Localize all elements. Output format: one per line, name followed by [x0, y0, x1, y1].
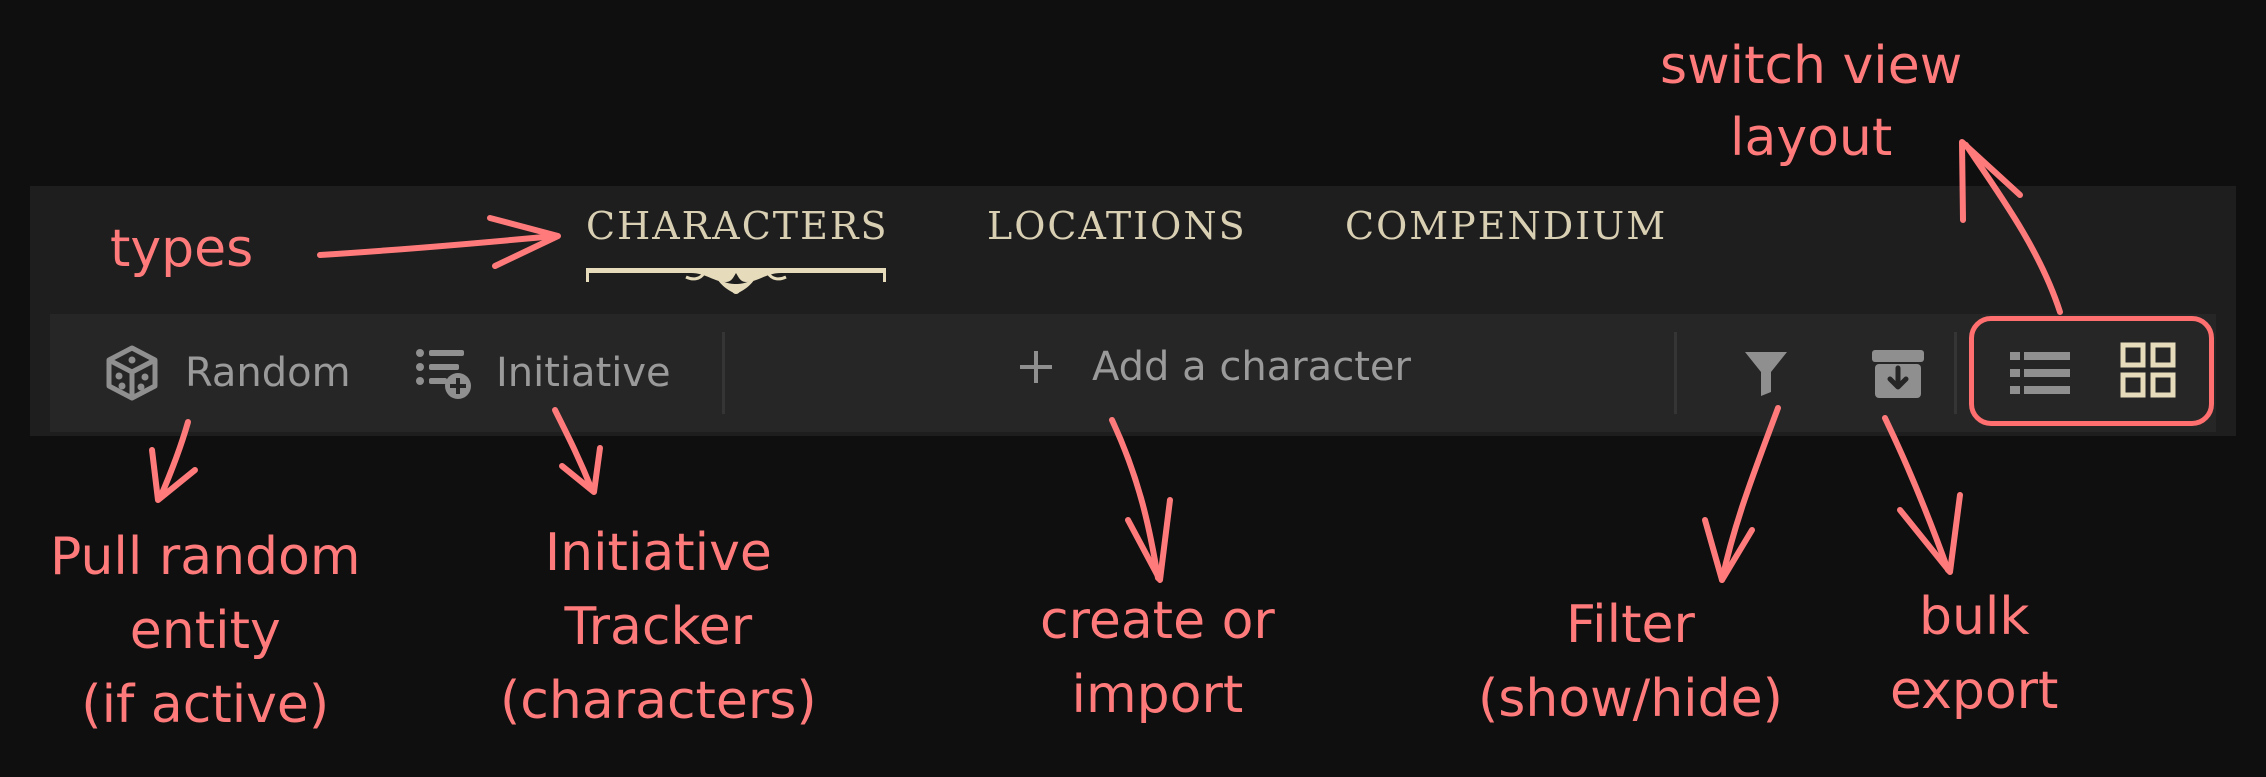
annotation-create: create or import	[1040, 584, 1275, 732]
annotation-line: import	[1071, 665, 1244, 725]
arrow-export	[1882, 415, 1951, 573]
annotation-random: Pull random entity (if active)	[50, 520, 361, 742]
annotation-line: Pull random	[50, 527, 361, 587]
arrow-create	[1109, 417, 1161, 581]
annotation-line: entity	[129, 601, 281, 661]
annotation-line: (if active)	[81, 675, 330, 735]
annotation-line: (characters)	[500, 671, 817, 731]
annotation-types-text: types	[110, 219, 254, 279]
annotation-line: bulk	[1918, 587, 2030, 647]
arrow-switch-view	[1963, 142, 2063, 315]
annotation-line: export	[1890, 661, 2059, 721]
annotation-line: switch view	[1660, 36, 1963, 96]
annotation-types: types	[110, 212, 253, 286]
arrow-filter	[1719, 405, 1781, 583]
annotation-line: Tracker	[564, 597, 753, 657]
annotation-filter: Filter (show/hide)	[1478, 588, 1783, 736]
annotation-export: bulk export	[1890, 580, 2058, 728]
annotation-line: create or	[1040, 591, 1275, 651]
annotation-initiative: Initiative Tracker (characters)	[500, 516, 817, 738]
annotation-switch-view: switch view layout	[1660, 30, 1962, 174]
annotation-line: Filter	[1566, 595, 1695, 655]
annotation-line: layout	[1730, 108, 1893, 168]
annotation-line: Initiative	[544, 523, 772, 583]
annotation-line: (show/hide)	[1478, 669, 1783, 729]
